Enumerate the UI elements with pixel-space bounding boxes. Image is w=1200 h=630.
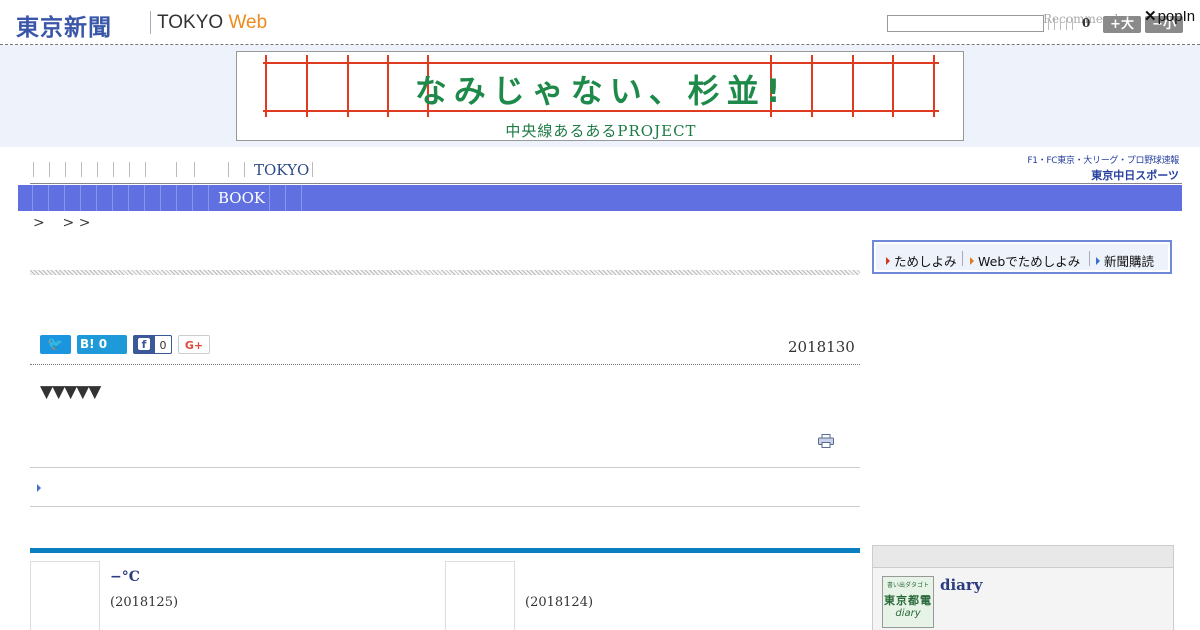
section-rule [30, 506, 860, 507]
related-article-thumbnail[interactable] [445, 561, 515, 630]
nav-divider [49, 162, 50, 177]
arrow-right-icon[interactable] [37, 484, 41, 492]
facebook-icon: f [138, 338, 150, 351]
facebook-share-button[interactable]: f 0 [133, 335, 172, 354]
nav-divider [32, 185, 33, 211]
subscribe-link[interactable]: 新聞購読 [1096, 251, 1154, 270]
recommend-count: 0 [1082, 16, 1091, 30]
page: 東京新聞 TOKYO Web Recommend 0 +大 −小 ✕popIn … [0, 0, 1200, 630]
nav-divider [176, 185, 177, 211]
article-date: 2018130 [788, 338, 855, 356]
nav-divider [97, 162, 98, 177]
site-header: 東京新聞 TOKYO Web Recommend 0 +大 −小 ✕popIn [0, 0, 1200, 45]
related-articles-header-bar [30, 548, 860, 553]
logo-divider [150, 11, 151, 34]
nav-divider [64, 185, 65, 211]
side-panel-header [873, 546, 1173, 568]
nav-divider [96, 185, 97, 211]
nav-divider [65, 162, 66, 177]
diary-thumb-title: 東京都電 [884, 594, 932, 607]
logo-tokyo-web[interactable]: TOKYO Web [157, 12, 267, 34]
nav-divider [160, 185, 161, 211]
chunichi-tagline: F1・FC東京・大リーグ・プロ野球速報 [1027, 156, 1179, 166]
nav-divider [113, 162, 114, 177]
recommend-bars [1048, 18, 1078, 30]
logo-web-text: Web [228, 12, 268, 33]
article-date-rule [30, 364, 860, 365]
nav-divider [285, 185, 286, 211]
diary-thumbnail[interactable]: 書い出ダタゴト 東京都電 diary [882, 576, 934, 628]
nav-divider [33, 162, 34, 177]
nav-divider [312, 162, 313, 177]
print-icon[interactable] [818, 434, 834, 448]
facebook-share-count: 0 [155, 335, 172, 354]
nav-divider [192, 185, 193, 211]
nav-divider [145, 162, 146, 177]
subscription-links-box: ためしよみ Webでためしよみ 新聞購読 [872, 240, 1172, 274]
nav-divider [80, 185, 81, 211]
link-divider [962, 251, 963, 266]
nav-divider [48, 185, 49, 211]
nav-divider [194, 162, 195, 177]
popin-close-button[interactable]: ✕popIn [1144, 7, 1195, 25]
nav-divider [269, 185, 270, 211]
font-size-large-button[interactable]: +大 [1103, 16, 1141, 33]
nav-divider [144, 185, 145, 211]
related-article-thumbnail[interactable] [30, 561, 100, 630]
nav-divider [81, 162, 82, 177]
banner-headline: なみじゃない、杉並! [414, 72, 788, 110]
section-rule [30, 467, 860, 468]
banner-rail-top [263, 62, 939, 64]
related-article-date: (2018124) [525, 595, 594, 610]
category-nav-bar: BOOK [18, 185, 1182, 211]
related-article-title[interactable]: −°C [110, 569, 140, 585]
logo-tokyo-text: TOKYO [157, 12, 224, 33]
diary-link[interactable]: diary [940, 576, 983, 594]
banner-subtitle: 中央線あるあるPROJECT [505, 122, 697, 140]
google-plus-share-button[interactable]: G+ [178, 335, 210, 354]
nav-divider-line [30, 183, 1182, 184]
nav-divider [129, 162, 130, 177]
link-divider [1089, 251, 1090, 266]
nav-divider [301, 185, 302, 211]
related-article-date: (2018125) [110, 595, 179, 610]
nav-divider [228, 162, 229, 177]
close-icon: ✕ [1144, 8, 1157, 25]
nav-divider [208, 185, 209, 211]
hatena-bookmark-button[interactable]: B! 0 [77, 335, 127, 354]
web-trial-read-link[interactable]: Webでためしよみ [970, 251, 1080, 270]
nav-divider [112, 185, 113, 211]
article-body-triangles: ▼▼▼▼▼ [40, 382, 101, 402]
diary-thumb-caption: 書い出ダタゴト [886, 582, 929, 589]
chunichi-logo: 東京中日スポーツ [1091, 169, 1179, 182]
trial-read-link[interactable]: ためしよみ [886, 251, 957, 270]
nav-item-book[interactable]: BOOK [218, 189, 265, 207]
nav-divider [128, 185, 129, 211]
twitter-icon: 🐦 [47, 337, 64, 352]
article-title-rule [30, 270, 860, 275]
chunichi-sports-link[interactable]: F1・FC東京・大リーグ・プロ野球速報 東京中日スポーツ [1027, 153, 1179, 183]
popin-label: popIn [1157, 8, 1196, 25]
nav-divider [176, 162, 177, 177]
breadcrumb[interactable]: > > > [33, 215, 90, 231]
side-panel: 書い出ダタゴト 東京都電 diary diary [872, 545, 1174, 630]
ad-banner[interactable]: なみじゃない、杉並! 中央線あるあるPROJECT [236, 51, 964, 141]
nav-item-tokyo[interactable]: TOKYO [254, 161, 309, 179]
logo-tokyo-shimbun[interactable]: 東京新聞 [16, 8, 112, 42]
nav-divider [244, 162, 245, 177]
search-input[interactable] [887, 15, 1044, 32]
diary-thumb-sub: diary [895, 608, 921, 619]
twitter-share-button[interactable]: 🐦 [40, 335, 71, 354]
